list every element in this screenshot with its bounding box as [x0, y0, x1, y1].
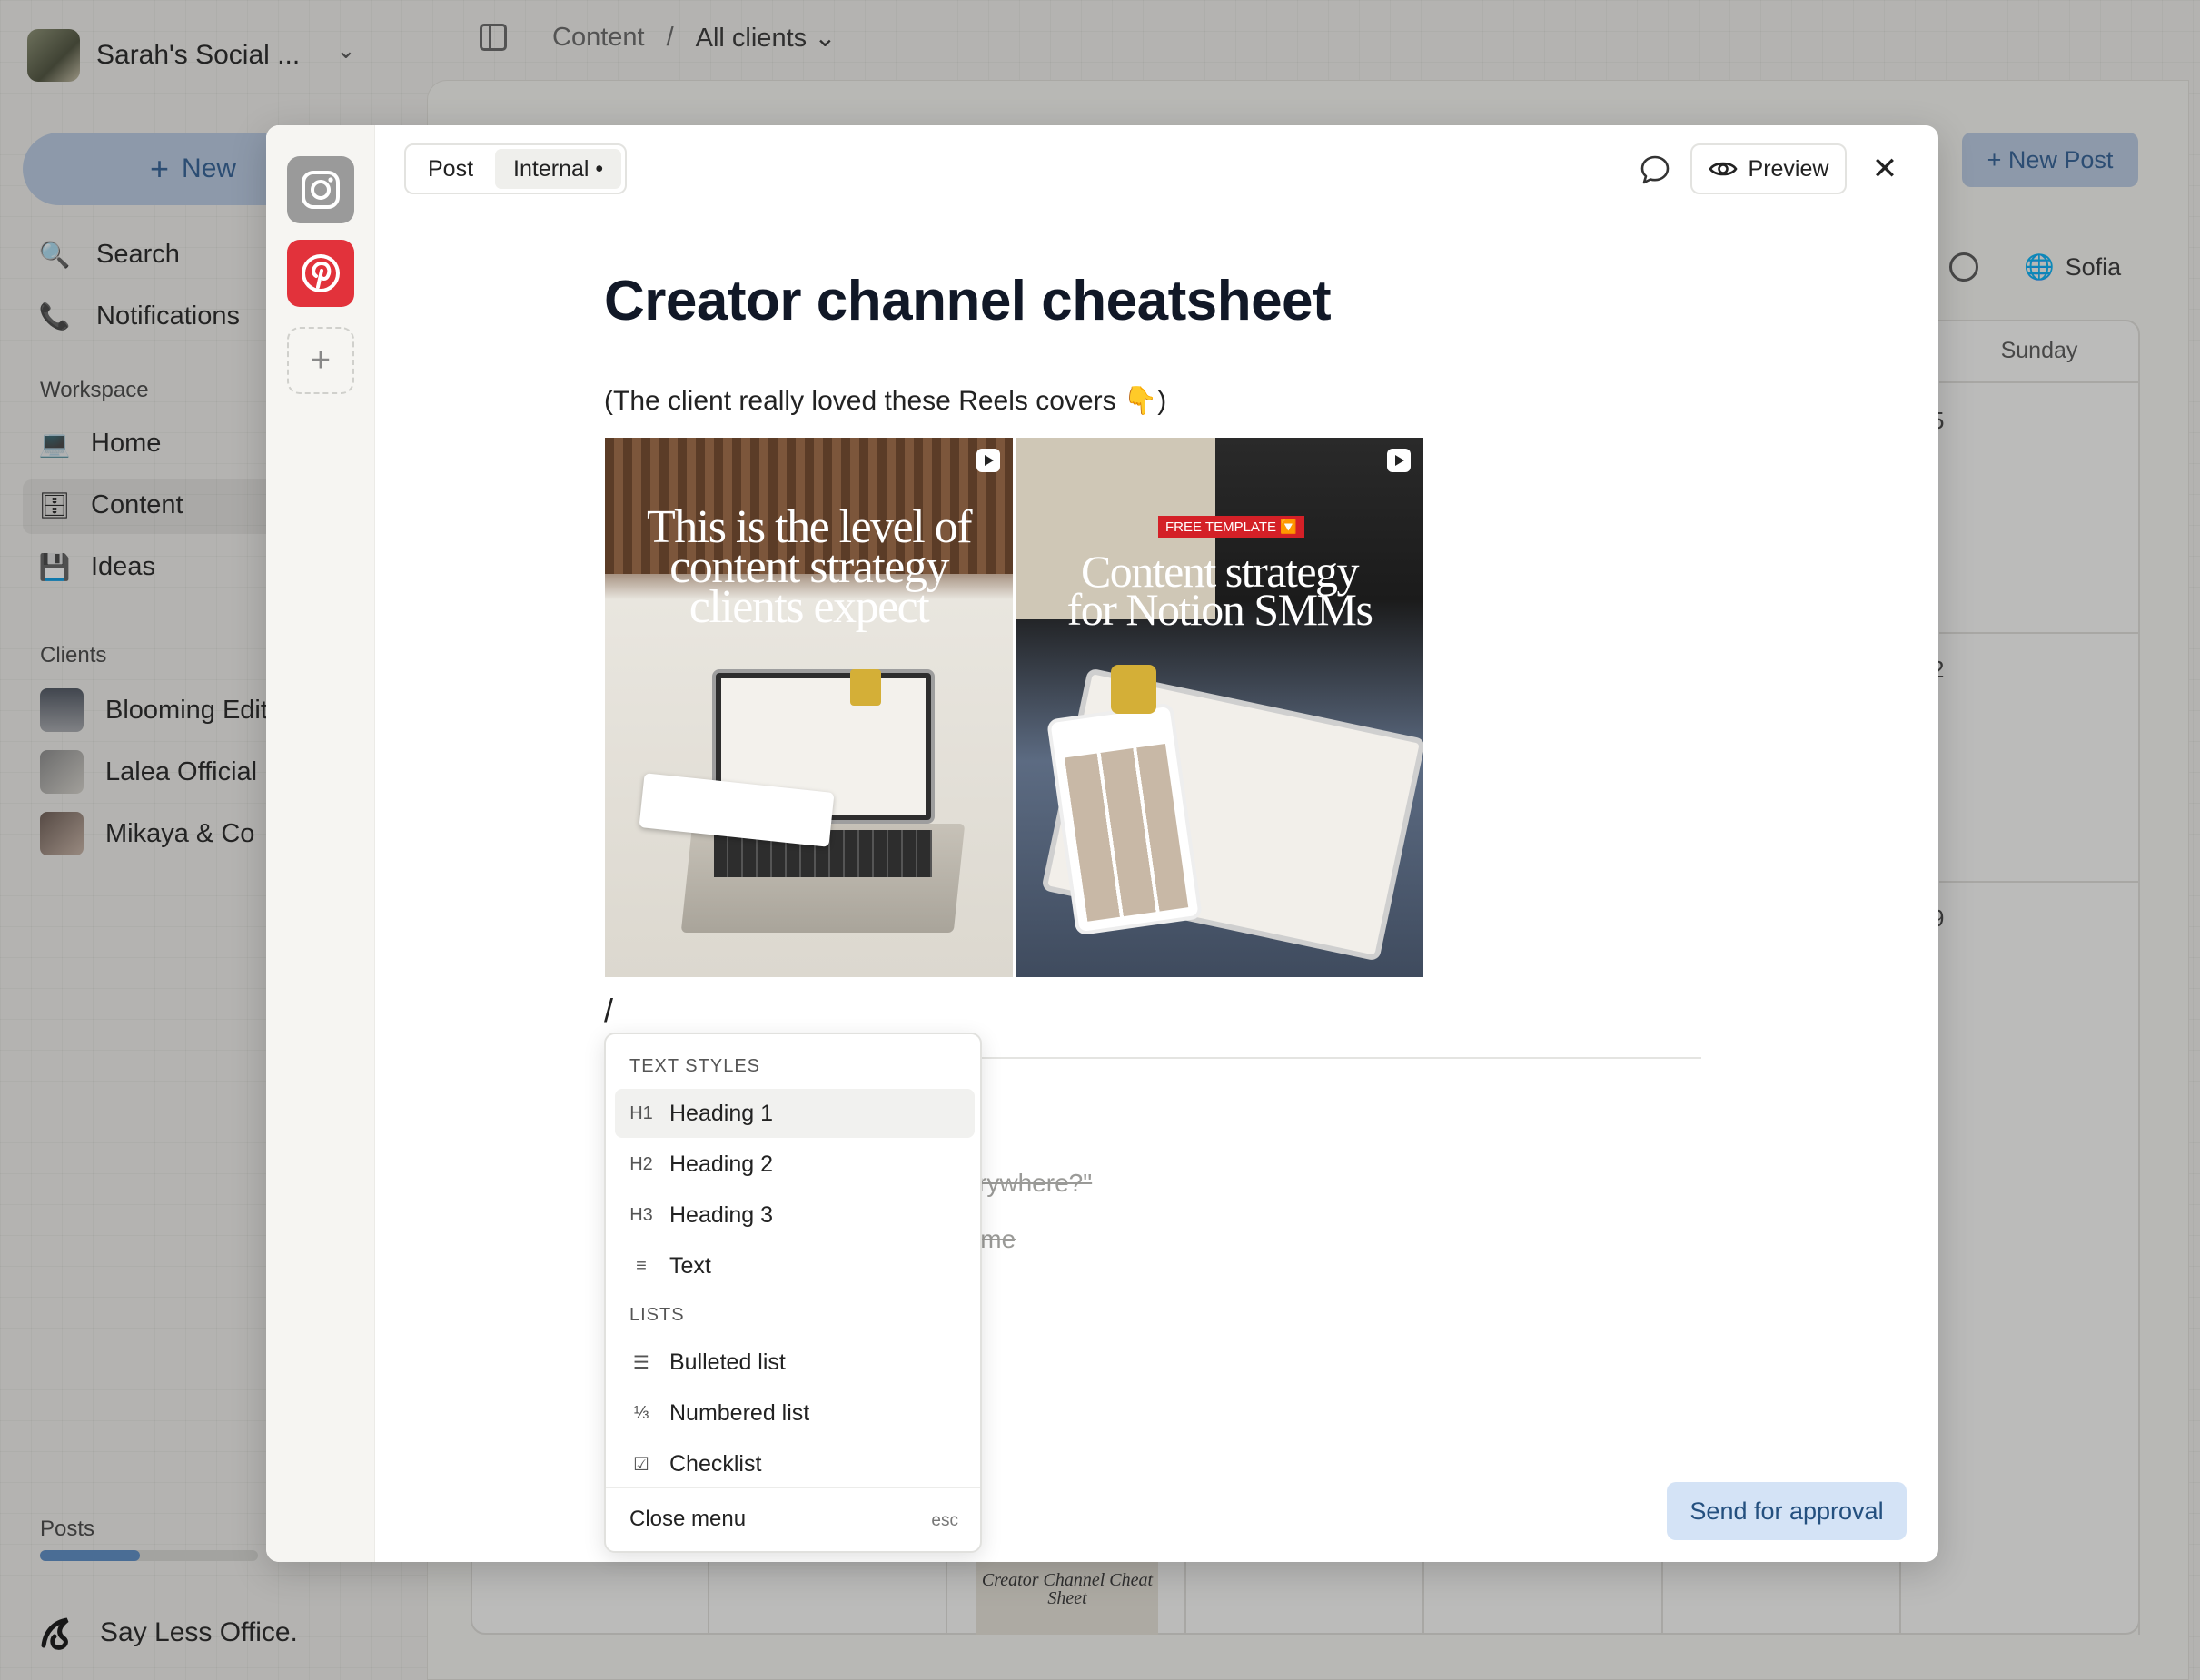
- heading-1-icon: H1: [629, 1102, 653, 1123]
- numbered-list-icon: ⅓: [633, 1402, 649, 1423]
- bulleted-list-icon: ☰: [633, 1352, 649, 1373]
- instagram-icon: [302, 171, 340, 209]
- post-editor-modal: + Post Internal • Preview ✕ Creator chan…: [266, 125, 1938, 1562]
- menu-item-label: Heading 2: [669, 1151, 773, 1177]
- menu-item-label: Bulleted list: [669, 1349, 786, 1375]
- plus-icon: +: [310, 341, 332, 380]
- free-template-badge: FREE TEMPLATE 🔽: [1158, 516, 1304, 538]
- menu-item-heading-2[interactable]: H2 Heading 2: [615, 1140, 975, 1189]
- heading-2-icon: H2: [629, 1153, 653, 1174]
- menu-item-checklist[interactable]: ☑ Checklist: [615, 1439, 975, 1488]
- tab-internal[interactable]: Internal •: [495, 149, 622, 189]
- eye-icon: [1708, 162, 1738, 176]
- add-channel-button[interactable]: +: [287, 327, 354, 394]
- cover-headline-line: for Notion SMMs: [1066, 584, 1373, 635]
- menu-item-heading-3[interactable]: H3 Heading 3: [615, 1191, 975, 1240]
- menu-item-label: Numbered list: [669, 1399, 810, 1426]
- instagram-channel-button[interactable]: [287, 156, 354, 223]
- document-caption[interactable]: (The client really loved these Reels cov…: [604, 385, 1166, 417]
- reel-cover-image[interactable]: FREE TEMPLATE 🔽 Content strategy for Not…: [1016, 438, 1423, 977]
- send-for-approval-button[interactable]: Send for approval: [1667, 1482, 1907, 1540]
- heading-3-icon: H3: [629, 1204, 653, 1225]
- menu-item-heading-1[interactable]: H1 Heading 1: [615, 1089, 975, 1138]
- menu-item-label: Heading 3: [669, 1201, 773, 1228]
- slash-command-text[interactable]: /: [604, 992, 613, 1030]
- binder-clip-illustration: [850, 669, 881, 706]
- pinterest-icon: [302, 254, 340, 292]
- document-title[interactable]: Creator channel cheatsheet: [604, 269, 1332, 333]
- menu-section-label: TEXT STYLES: [629, 1056, 761, 1076]
- play-icon: [976, 449, 1000, 472]
- close-icon[interactable]: ✕: [1867, 151, 1903, 187]
- slash-command-menu: TEXT STYLES H1 Heading 1 H2 Heading 2 H3…: [604, 1033, 982, 1553]
- preview-label: Preview: [1748, 155, 1829, 182]
- preview-button[interactable]: Preview: [1690, 143, 1847, 194]
- menu-item-numbered-list[interactable]: ⅓ Numbered list: [615, 1388, 975, 1438]
- menu-item-bulleted-list[interactable]: ☰ Bulleted list: [615, 1338, 975, 1387]
- menu-item-label: Checklist: [669, 1450, 762, 1477]
- close-menu-button[interactable]: Close menu: [629, 1507, 746, 1532]
- tab-post[interactable]: Post: [410, 149, 491, 189]
- editor-tabs: Post Internal •: [404, 143, 628, 194]
- channel-rail: +: [266, 125, 375, 1562]
- binder-clip-illustration: [1111, 665, 1156, 714]
- menu-item-label: Heading 1: [669, 1100, 773, 1126]
- menu-section-label: LISTS: [629, 1305, 685, 1325]
- menu-item-label: Text: [669, 1252, 711, 1279]
- play-icon: [1387, 449, 1411, 472]
- menu-item-text[interactable]: ≡ Text: [615, 1241, 975, 1290]
- pinterest-channel-button[interactable]: [287, 240, 354, 307]
- menu-divider: [606, 1487, 980, 1488]
- comment-icon[interactable]: [1640, 154, 1670, 185]
- checklist-icon: ☑: [633, 1454, 649, 1475]
- reels-covers-gallery: This is the level of content strategy cl…: [605, 438, 1423, 977]
- text-align-icon: ≡: [636, 1255, 647, 1276]
- cover-headline-line: clients expect: [689, 581, 930, 633]
- esc-shortcut-hint: esc: [931, 1511, 958, 1530]
- reel-cover-image[interactable]: This is the level of content strategy cl…: [605, 438, 1013, 977]
